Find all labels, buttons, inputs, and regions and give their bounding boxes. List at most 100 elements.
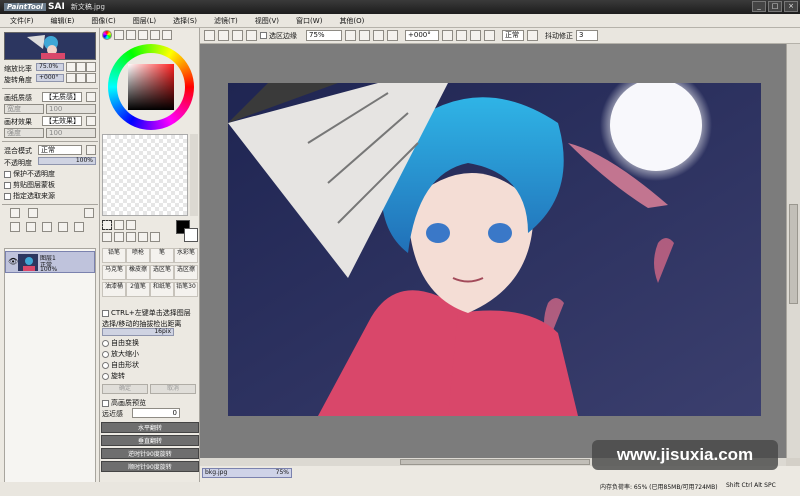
color-wheel-icon[interactable] [102, 30, 112, 40]
texture-select[interactable]: 【无质感】 [42, 92, 82, 102]
tool-select-pen[interactable]: 选区笔 [150, 265, 174, 280]
navigator-preview[interactable] [4, 32, 96, 60]
hand-icon[interactable] [138, 232, 148, 242]
layer-row[interactable]: 👁 图层1 正常 100% [5, 251, 95, 273]
color-wheel[interactable] [108, 44, 194, 130]
swatches-icon[interactable] [150, 30, 160, 40]
tool-watercolor[interactable]: 水彩笔 [174, 248, 198, 263]
selection-source-option[interactable]: 指定选取来源 [4, 191, 55, 201]
zoom-out-button[interactable] [66, 62, 76, 72]
menu-window[interactable]: 窗口(W) [296, 16, 322, 26]
rotate-cw-icon[interactable] [456, 30, 467, 41]
menu-filter[interactable]: 滤镜(T) [214, 16, 238, 26]
blend-mode-select[interactable]: 正常 [38, 145, 82, 155]
new-layer-icon[interactable] [10, 208, 20, 218]
rotate-left-button[interactable] [66, 73, 76, 83]
angle-slider[interactable]: +000° [36, 74, 64, 82]
ctrl-select-option[interactable]: CTRL+左键单击选择图层 [102, 308, 191, 318]
document-tab[interactable]: bkg.jpg 75% [202, 468, 292, 478]
eyedropper-icon[interactable] [150, 232, 160, 242]
move-icon[interactable] [102, 232, 112, 242]
angle-select[interactable]: +000° [405, 30, 439, 41]
clear-icon[interactable] [58, 222, 68, 232]
clipping-option[interactable]: 剪贴图层蒙板 [4, 180, 55, 190]
free-shape-radio[interactable]: 自由形状 [102, 360, 139, 370]
tool-bucket[interactable]: 油漆桶 [102, 282, 126, 297]
mask-icon[interactable] [10, 222, 20, 232]
eye-icon[interactable]: 👁 [8, 257, 18, 266]
magic-wand-icon[interactable] [126, 220, 136, 230]
tool-pencil[interactable]: 铅笔 [102, 248, 126, 263]
menu-layer[interactable]: 图层(L) [133, 16, 156, 26]
horizontal-scroll-thumb[interactable] [400, 459, 590, 465]
view-mode-icon[interactable] [527, 30, 538, 41]
effect-select[interactable]: 【无效果】 [42, 116, 82, 126]
tool-pencil30[interactable]: 铅笔30 [174, 282, 198, 297]
transform-cancel-button[interactable]: 取消 [150, 384, 196, 394]
vertical-scrollbar[interactable] [786, 44, 800, 458]
hsv-slider-icon[interactable] [126, 30, 136, 40]
tool-washi-pen[interactable]: 和纸笔 [150, 282, 174, 297]
blend-mode-dropdown[interactable] [86, 145, 96, 155]
rotate-icon[interactable] [126, 232, 136, 242]
flip-view-icon[interactable] [484, 30, 495, 41]
zoom-icon[interactable] [114, 232, 124, 242]
color-square[interactable] [128, 64, 174, 110]
canvas-artwork[interactable] [228, 83, 761, 416]
rotate-cw-button[interactable]: 顺时针90度旋转 [101, 461, 199, 472]
rect-select-icon[interactable] [102, 220, 112, 230]
zoom-slider[interactable]: 75.0% [36, 63, 64, 71]
view-mode-select[interactable]: 正常 [502, 30, 524, 41]
protect-opacity-option[interactable]: 保护不透明度 [4, 169, 55, 179]
merge-icon[interactable] [42, 222, 52, 232]
tool-brush[interactable]: 笔 [150, 248, 174, 263]
rotate-ccw-icon[interactable] [442, 30, 453, 41]
scale-radio[interactable]: 放大缩小 [102, 349, 139, 359]
hide-selection-icon[interactable] [246, 30, 257, 41]
zoom-out-icon[interactable] [345, 30, 356, 41]
menu-edit[interactable]: 编辑(E) [51, 16, 75, 26]
stabilizer-select[interactable]: 3 [576, 30, 598, 41]
menu-other[interactable]: 其他(O) [339, 16, 364, 26]
zoom-fit-icon[interactable] [373, 30, 384, 41]
free-transform-radio[interactable]: 自由变换 [102, 338, 139, 348]
tool-marker[interactable]: 马克笔 [102, 265, 126, 280]
tool-airbrush[interactable]: 喷枪 [126, 248, 150, 263]
transform-ok-button[interactable]: 确定 [102, 384, 148, 394]
minimize-button[interactable]: _ [752, 1, 766, 12]
rotate-reset-icon[interactable] [470, 30, 481, 41]
menu-view[interactable]: 视图(V) [255, 16, 279, 26]
delete-layer-icon[interactable] [74, 222, 84, 232]
new-folder-icon[interactable] [28, 208, 38, 218]
rotate-right-button[interactable] [76, 73, 86, 83]
zoom-100-icon[interactable] [387, 30, 398, 41]
rotate-reset-button[interactable] [86, 73, 96, 83]
maximize-button[interactable]: □ [768, 1, 782, 12]
crop-icon[interactable] [232, 30, 243, 41]
tool-binary-pen[interactable]: 2值笔 [126, 282, 150, 297]
rotate-radio[interactable]: 旋转 [102, 371, 125, 381]
layer-menu-icon[interactable] [84, 208, 94, 218]
vertical-scroll-thumb[interactable] [789, 204, 798, 304]
zoom-select[interactable]: 75% [306, 30, 342, 41]
zoom-reset-button[interactable] [86, 62, 96, 72]
color-scratchpad[interactable] [102, 134, 188, 216]
deselect-icon[interactable] [204, 30, 215, 41]
scratchpad-icon[interactable] [162, 30, 172, 40]
lasso-icon[interactable] [114, 220, 124, 230]
texture-settings-button[interactable] [86, 92, 96, 102]
scratchpad-scrollbar[interactable] [190, 134, 198, 216]
effect-settings-button[interactable] [86, 116, 96, 126]
rotate-ccw-button[interactable]: 逆时针90度旋转 [101, 448, 199, 459]
flip-horizontal-button[interactable]: 水平翻转 [101, 422, 199, 433]
menu-file[interactable]: 文件(F) [10, 16, 34, 26]
menu-image[interactable]: 图像(C) [91, 16, 115, 26]
menu-select[interactable]: 选择(S) [173, 16, 197, 26]
tool-eraser[interactable]: 橡皮擦 [126, 265, 150, 280]
tool-select-eraser[interactable]: 选区擦 [174, 265, 198, 280]
perspective-field[interactable]: 0 [132, 408, 180, 418]
invert-selection-icon[interactable] [218, 30, 229, 41]
flip-vertical-button[interactable]: 垂直翻转 [101, 435, 199, 446]
close-button[interactable]: × [784, 1, 798, 12]
mixer-icon[interactable] [138, 30, 148, 40]
